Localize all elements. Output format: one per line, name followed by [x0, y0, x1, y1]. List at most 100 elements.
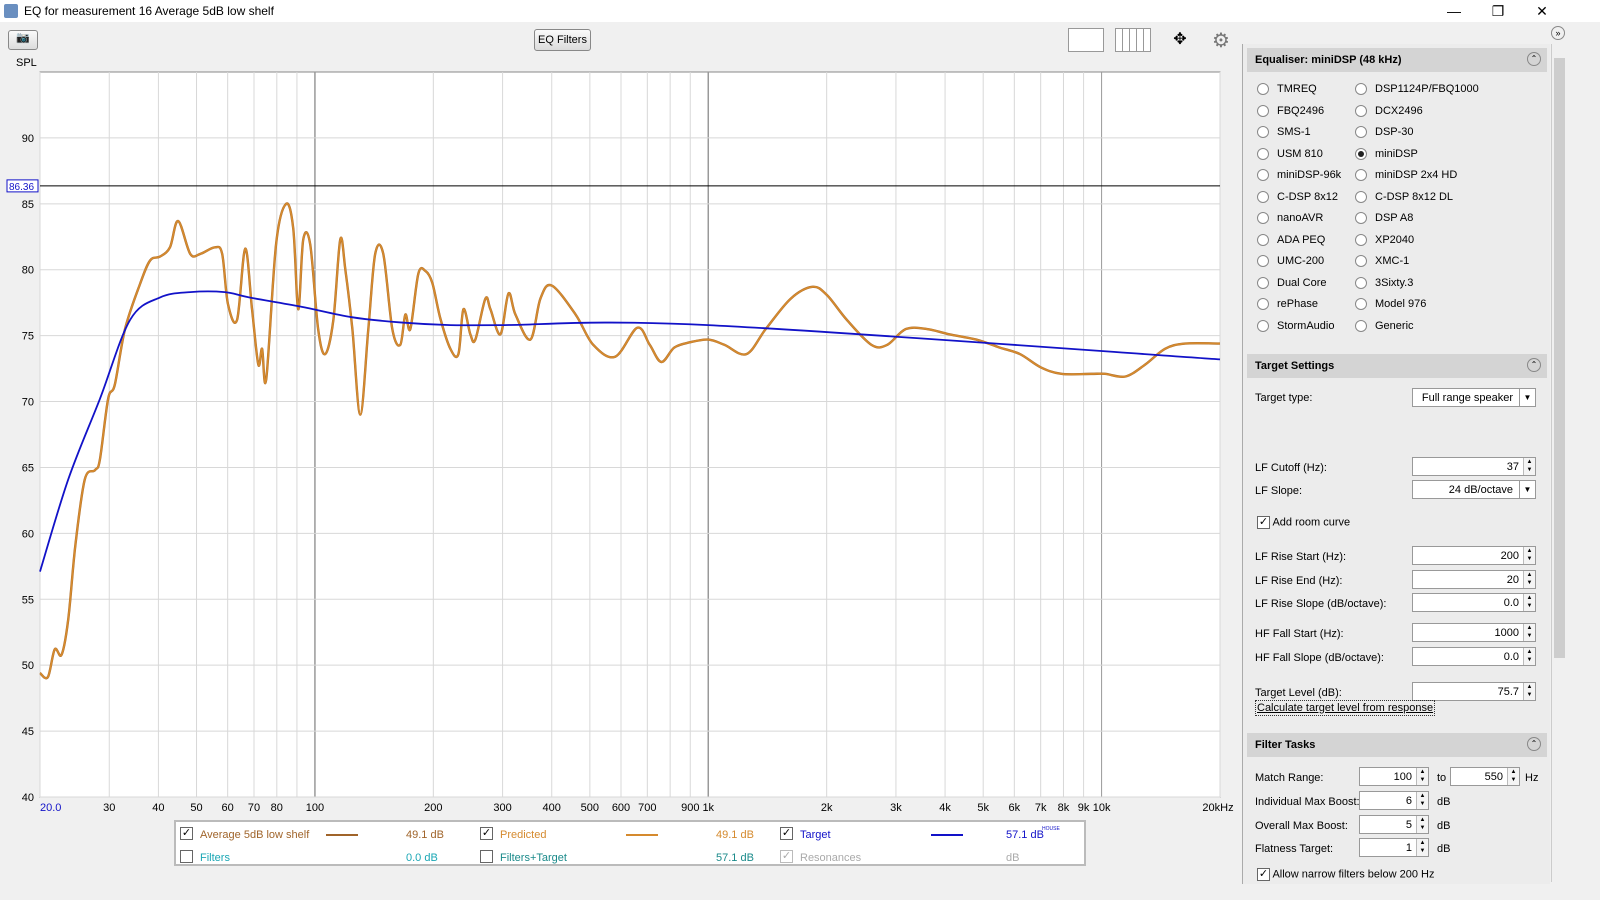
collapse-icon[interactable]: ⌃: [1527, 358, 1541, 372]
calculate-target-level-button[interactable]: Calculate target level from response: [1255, 700, 1436, 716]
spinner[interactable]: ▲ ▼: [1416, 768, 1428, 785]
lf-rise-start-field[interactable]: 200 ▲ ▼: [1412, 546, 1536, 565]
radio-button[interactable]: [1257, 233, 1269, 246]
panel-scrollbar[interactable]: [1551, 44, 1566, 882]
radio-dsp1124p-fbq1000[interactable]: DSP1124P/FBQ1000: [1355, 83, 1479, 96]
match-range-from-field[interactable]: 100 ▲ ▼: [1359, 767, 1429, 786]
filter-tasks-header[interactable]: Filter Tasks ⌃: [1247, 733, 1547, 757]
radio-button[interactable]: [1257, 147, 1269, 160]
radio-usm-810[interactable]: USM 810: [1257, 148, 1323, 160]
radio-button[interactable]: [1257, 104, 1269, 117]
target-level-field[interactable]: 75.7 ▲ ▼: [1412, 682, 1536, 701]
radio-button[interactable]: [1355, 83, 1367, 96]
radio-button[interactable]: [1257, 298, 1269, 311]
lf-slope-select[interactable]: 24 dB/octave ▼: [1412, 480, 1536, 499]
radio-stormaudio[interactable]: StormAudio: [1257, 320, 1334, 332]
radio-dsp-30[interactable]: DSP-30: [1355, 126, 1414, 139]
target-type-select[interactable]: Full range speaker ▼: [1412, 388, 1536, 407]
radio-button[interactable]: [1355, 190, 1367, 203]
spinner[interactable]: ▲ ▼: [1523, 624, 1535, 641]
close-button[interactable]: ✕: [1520, 0, 1564, 22]
spinner[interactable]: ▲ ▼: [1416, 816, 1428, 833]
radio-xmc-1[interactable]: XMC-1: [1355, 255, 1409, 268]
radio-button[interactable]: [1355, 147, 1367, 160]
radio-button[interactable]: [1355, 319, 1367, 332]
checkbox-checked[interactable]: ✓: [1257, 516, 1270, 529]
radio-minidsp-2x4-hd[interactable]: miniDSP 2x4 HD: [1355, 169, 1457, 182]
radio-button[interactable]: [1257, 83, 1269, 96]
radio-button[interactable]: [1355, 233, 1367, 246]
spinner[interactable]: ▲ ▼: [1416, 839, 1428, 856]
legend-checkbox[interactable]: [480, 850, 493, 863]
allow-narrow-filters-checkbox[interactable]: ✓ Allow narrow filters below 200 Hz: [1257, 868, 1434, 881]
radio-c-dsp-8x12[interactable]: C-DSP 8x12: [1257, 191, 1338, 203]
lf-rise-slope-field[interactable]: 0.0 ▲ ▼: [1412, 593, 1536, 612]
checkbox-checked[interactable]: ✓: [1257, 868, 1270, 881]
radio-button[interactable]: [1355, 212, 1367, 225]
spinner[interactable]: ▲ ▼: [1523, 594, 1535, 611]
maximize-button[interactable]: ❐: [1476, 0, 1520, 22]
radio-button[interactable]: [1257, 276, 1269, 289]
hf-fall-slope-field[interactable]: 0.0 ▲ ▼: [1412, 647, 1536, 666]
flatness-field[interactable]: 1 ▲ ▼: [1359, 838, 1429, 857]
radio-button[interactable]: [1257, 255, 1269, 268]
match-range-to-field[interactable]: 550 ▲ ▼: [1450, 767, 1520, 786]
radio-ada-peq[interactable]: ADA PEQ: [1257, 234, 1325, 246]
collapse-icon[interactable]: ⌃: [1527, 52, 1541, 66]
scrollbar-thumb[interactable]: [1554, 58, 1565, 658]
radio-minidsp-96k[interactable]: miniDSP-96k: [1257, 169, 1341, 182]
target-settings-header[interactable]: Target Settings ⌃: [1247, 354, 1547, 378]
add-room-curve-checkbox[interactable]: ✓ Add room curve: [1257, 516, 1350, 529]
spinner[interactable]: ▲ ▼: [1523, 458, 1535, 475]
radio-model-976[interactable]: Model 976: [1355, 298, 1426, 311]
frequency-response-chart[interactable]: 40 45 50 55 60 65 70 75 80 85 90 20.0 30 40 50 60 70 80 10…: [0, 22, 1240, 822]
minimize-button[interactable]: —: [1432, 0, 1476, 22]
legend-checkbox[interactable]: ✓: [780, 827, 793, 840]
x-tick-label: 50: [190, 802, 202, 814]
radio-button[interactable]: [1257, 319, 1269, 332]
radio-3sixty-3[interactable]: 3Sixty.3: [1355, 277, 1413, 289]
radio-tmreq[interactable]: TMREQ: [1257, 83, 1317, 96]
radio-generic[interactable]: Generic: [1355, 320, 1414, 332]
radio-dual-core[interactable]: Dual Core: [1257, 277, 1327, 289]
spinner[interactable]: ▲ ▼: [1523, 683, 1535, 700]
radio-umc-200[interactable]: UMC-200: [1257, 255, 1324, 268]
radio-button[interactable]: [1355, 126, 1367, 139]
radio-rephase[interactable]: rePhase: [1257, 298, 1318, 311]
radio-xp2040[interactable]: XP2040: [1355, 234, 1414, 246]
radio-button[interactable]: [1355, 255, 1367, 268]
radio-nanoavr[interactable]: nanoAVR: [1257, 212, 1323, 225]
collapse-icon[interactable]: ⌃: [1527, 737, 1541, 751]
legend-checkbox[interactable]: [180, 850, 193, 863]
spinner[interactable]: ▲ ▼: [1416, 792, 1428, 809]
legend-checkbox[interactable]: ✓: [780, 850, 793, 863]
radio-button[interactable]: [1257, 126, 1269, 139]
radio-dcx2496[interactable]: DCX2496: [1355, 105, 1423, 117]
legend-checkbox[interactable]: ✓: [180, 827, 193, 840]
hf-fall-start-field[interactable]: 1000 ▲ ▼: [1412, 623, 1536, 642]
radio-button[interactable]: [1355, 276, 1367, 289]
legend-checkbox[interactable]: ✓: [480, 827, 493, 840]
radio-button[interactable]: [1257, 190, 1269, 203]
equaliser-header[interactable]: Equaliser: miniDSP (48 kHz) ⌃: [1247, 48, 1547, 72]
radio-sms-1[interactable]: SMS-1: [1257, 126, 1311, 139]
radio-button[interactable]: [1355, 298, 1367, 311]
spinner[interactable]: ▲ ▼: [1523, 571, 1535, 588]
radio-c-dsp-8x12-dl[interactable]: C-DSP 8x12 DL: [1355, 191, 1453, 203]
radio-dsp-a8[interactable]: DSP A8: [1355, 212, 1413, 225]
spinner[interactable]: ▲ ▼: [1523, 547, 1535, 564]
radio-button[interactable]: [1355, 104, 1367, 117]
radio-minidsp[interactable]: miniDSP: [1355, 148, 1418, 160]
overall-boost-field[interactable]: 5 ▲ ▼: [1359, 815, 1429, 834]
allow-narrow-label: Allow narrow filters below 200 Hz: [1272, 868, 1435, 881]
radio-fbq2496[interactable]: FBQ2496: [1257, 105, 1324, 117]
radio-button[interactable]: [1355, 169, 1367, 182]
spinner[interactable]: ▲ ▼: [1523, 648, 1535, 665]
radio-button[interactable]: [1257, 169, 1269, 182]
radio-button[interactable]: [1257, 212, 1269, 225]
expand-panel-icon[interactable]: »: [1551, 26, 1565, 40]
ind-boost-field[interactable]: 6 ▲ ▼: [1359, 791, 1429, 810]
lf-rise-end-field[interactable]: 20 ▲ ▼: [1412, 570, 1536, 589]
spinner[interactable]: ▲ ▼: [1507, 768, 1519, 785]
lf-cutoff-field[interactable]: 37 ▲ ▼: [1412, 457, 1536, 476]
